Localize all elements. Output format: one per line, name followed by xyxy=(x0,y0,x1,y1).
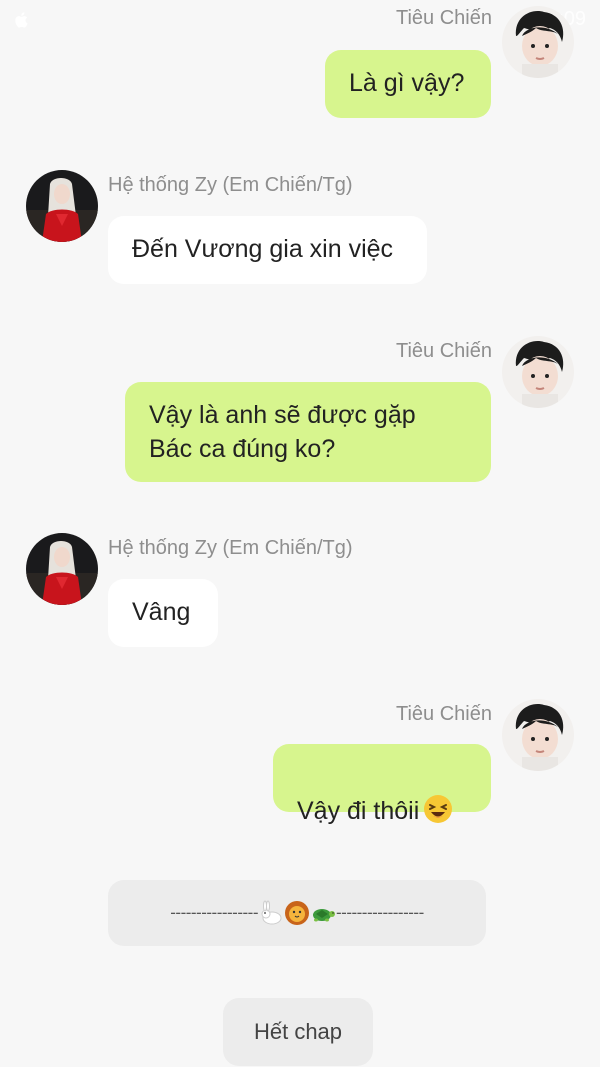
avatar-he-thong-zy[interactable] xyxy=(26,170,98,242)
message-bubble-received[interactable]: Đến Vương gia xin việc xyxy=(108,216,427,284)
end-chapter-button[interactable]: Hết chap xyxy=(223,998,373,1066)
chapter-separator: ----------------- ----------------- xyxy=(108,880,486,946)
message-bubble-received[interactable]: Vâng xyxy=(108,579,218,647)
laughing-emoji-icon xyxy=(423,794,453,824)
sender-name: Hệ thống Zy (Em Chiến/Tg) xyxy=(108,174,353,196)
avatar-he-thong-zy[interactable] xyxy=(26,533,98,605)
sender-name: Tiêu Chiến xyxy=(396,340,492,362)
message-bubble-sent[interactable]: Là gì vậy? xyxy=(325,50,491,118)
separator-dashes-right: ----------------- xyxy=(336,903,424,922)
avatar-tieu-chien[interactable] xyxy=(502,336,574,408)
sender-name: Tiêu Chiến xyxy=(396,7,492,29)
separator-dashes-left: ----------------- xyxy=(170,903,258,922)
sender-name: Tiêu Chiến xyxy=(396,703,492,725)
turtle-emoji-icon xyxy=(310,900,336,926)
avatar-tieu-chien[interactable] xyxy=(502,6,574,78)
message-bubble-sent[interactable]: Vậy đi thôii xyxy=(273,744,491,825)
sender-name: Hệ thống Zy (Em Chiến/Tg) xyxy=(108,537,353,559)
apple-icon xyxy=(12,10,32,30)
lion-emoji-icon xyxy=(284,900,310,926)
rabbit-emoji-icon xyxy=(258,900,284,926)
avatar-tieu-chien[interactable] xyxy=(502,699,574,771)
message-text: Vậy đi thôii xyxy=(297,797,420,825)
message-bubble-sent[interactable]: Vậy là anh sẽ được gặp Bác ca đúng ko? xyxy=(125,382,491,482)
